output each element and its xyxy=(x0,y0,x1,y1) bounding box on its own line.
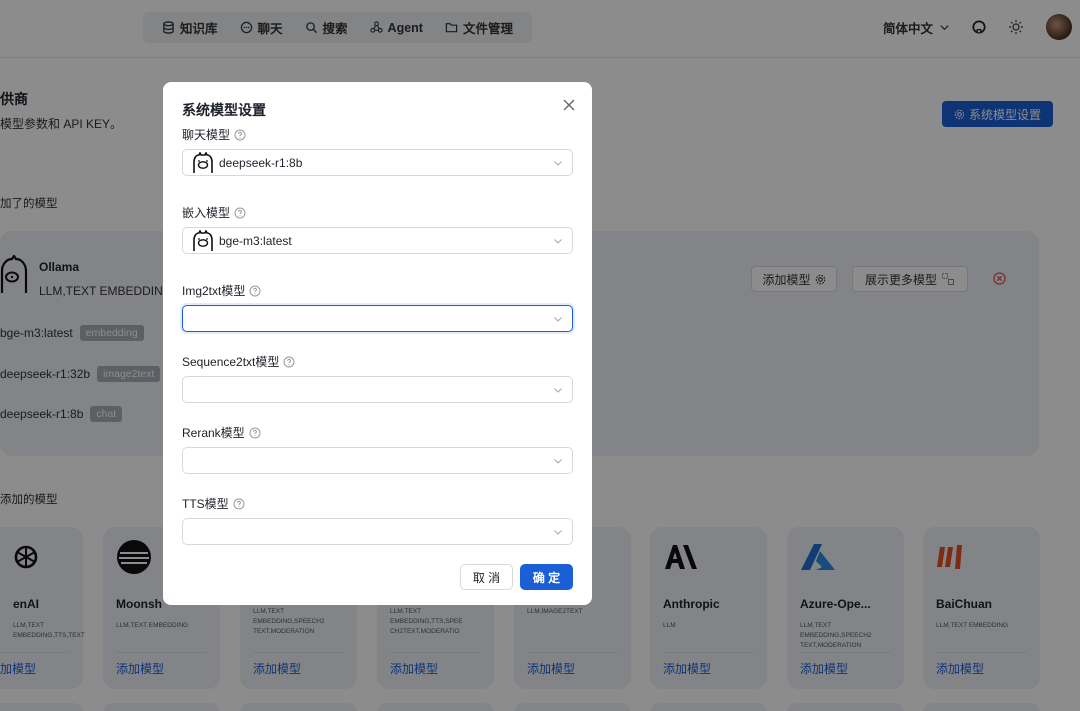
help-icon[interactable] xyxy=(234,207,246,219)
img2txt-model-label: Img2txt模型 xyxy=(182,282,261,299)
tts-model-select[interactable] xyxy=(182,518,573,545)
sequence2txt-model-select[interactable] xyxy=(182,376,573,403)
field-label-text: Sequence2txt模型 xyxy=(182,355,280,369)
ollama-logo-icon xyxy=(193,151,213,173)
chevron-down-icon xyxy=(554,530,562,535)
field-label-text: Rerank模型 xyxy=(182,426,245,440)
field-label-text: TTS模型 xyxy=(182,497,229,511)
field-label-text: 聊天模型 xyxy=(182,128,231,142)
help-icon[interactable] xyxy=(233,498,245,510)
sequence2txt-model-label: Sequence2txt模型 xyxy=(182,353,295,370)
system-model-settings-dialog: 系统模型设置 聊天模型 deepseek-r1:8b 嵌入模型 bge-m3:l… xyxy=(163,82,592,605)
help-icon[interactable] xyxy=(249,285,261,297)
selected-value: deepseek-r1:8b xyxy=(219,155,303,170)
close-icon[interactable] xyxy=(562,98,576,112)
help-icon[interactable] xyxy=(283,356,295,368)
chevron-down-icon xyxy=(554,459,562,464)
help-icon[interactable] xyxy=(249,427,261,439)
field-label-text: 嵌入模型 xyxy=(182,206,231,220)
cancel-button[interactable]: 取 消 xyxy=(460,564,513,590)
field-label-text: Img2txt模型 xyxy=(182,284,246,298)
selected-value: bge-m3:latest xyxy=(219,233,292,248)
dialog-title: 系统模型设置 xyxy=(182,102,266,118)
chat-model-label: 聊天模型 xyxy=(182,126,246,143)
tts-model-label: TTS模型 xyxy=(182,495,245,512)
help-icon[interactable] xyxy=(234,129,246,141)
chevron-down-icon xyxy=(554,317,562,322)
rerank-model-label: Rerank模型 xyxy=(182,424,261,441)
embedding-model-label: 嵌入模型 xyxy=(182,204,246,221)
rerank-model-select[interactable] xyxy=(182,447,573,474)
chevron-down-icon xyxy=(554,161,562,166)
ollama-logo-icon xyxy=(193,229,213,251)
confirm-button[interactable]: 确 定 xyxy=(520,564,573,590)
chevron-down-icon xyxy=(554,388,562,393)
chevron-down-icon xyxy=(554,239,562,244)
img2txt-model-select[interactable] xyxy=(182,305,573,332)
chat-model-select[interactable]: deepseek-r1:8b xyxy=(182,149,573,176)
embedding-model-select[interactable]: bge-m3:latest xyxy=(182,227,573,254)
